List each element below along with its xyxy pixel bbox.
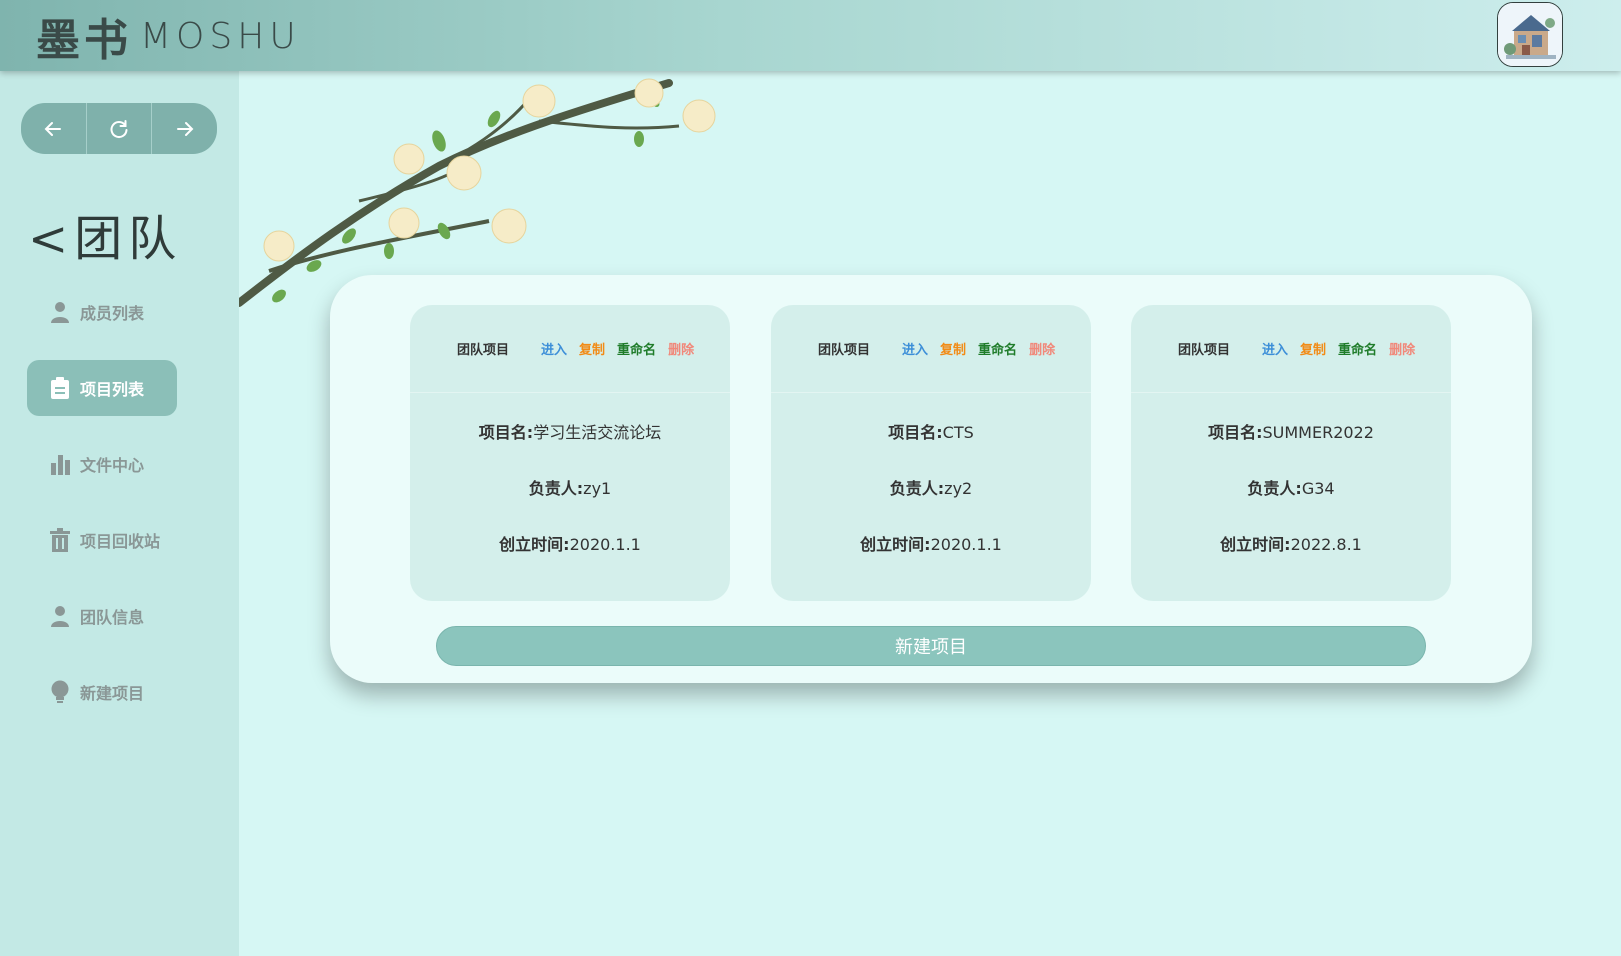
delete-link[interactable]: 删除	[668, 339, 694, 358]
project-name-row: 项目名:学习生活交流论坛	[410, 405, 730, 461]
project-name-value: 学习生活交流论坛	[533, 423, 662, 442]
project-owner-value: zy1	[583, 479, 612, 498]
project-created-row: 创立时间:2020.1.1	[410, 517, 730, 573]
sidebar: <团队 成员列表 项目列表 文件中心 项目回收站 团队信息 新建项目	[0, 71, 239, 956]
enter-link[interactable]: 进入	[1262, 339, 1288, 358]
sidebar-item-members[interactable]: 成员列表	[27, 284, 177, 340]
project-type-label: 团队项目	[1178, 343, 1231, 358]
copy-link[interactable]: 复制	[940, 339, 966, 358]
project-created-value: 2020.1.1	[569, 535, 641, 554]
sidebar-item-projects[interactable]: 项目列表	[27, 360, 177, 416]
project-owner-row: 负责人:G34	[1131, 461, 1451, 517]
logo-chinese-text: 墨书	[36, 15, 132, 66]
project-owner-value: G34	[1301, 479, 1335, 498]
rename-link[interactable]: 重命名	[1338, 339, 1377, 358]
nav-button-group	[21, 103, 217, 154]
person-icon	[49, 604, 71, 628]
project-created-value: 2022.8.1	[1290, 535, 1362, 554]
delete-link[interactable]: 删除	[1389, 339, 1415, 358]
project-name-value: SUMMER2022	[1262, 423, 1374, 442]
project-name-label: 项目名:	[888, 423, 943, 442]
project-created-label: 创立时间:	[499, 535, 570, 554]
project-panel: 团队项目 进入 复制 重命名 删除 项目名:学习生活交流论坛 负责人:zy1 创…	[330, 275, 1532, 683]
user-avatar[interactable]	[1497, 2, 1563, 67]
bulb-icon	[49, 680, 71, 704]
app-logo[interactable]: 墨书 MOSHU	[36, 10, 301, 66]
logo-english-text: MOSHU	[140, 15, 301, 57]
project-owner-label: 负责人:	[889, 479, 945, 498]
card-header: 团队项目 进入 复制 重命名 删除	[410, 305, 730, 393]
project-name-value: CTS	[942, 423, 974, 442]
sidebar-item-recycle-bin[interactable]: 项目回收站	[27, 512, 177, 568]
project-card: 团队项目 进入 复制 重命名 删除 项目名:CTS 负责人:zy2 创立时间:2…	[771, 305, 1091, 601]
refresh-button[interactable]	[87, 103, 153, 154]
card-header: 团队项目 进入 复制 重命名 删除	[771, 305, 1091, 393]
decorative-branch-image	[239, 78, 716, 307]
bar-chart-icon	[49, 452, 71, 476]
forward-button[interactable]	[152, 103, 217, 154]
project-name-label: 项目名:	[1208, 423, 1263, 442]
enter-link[interactable]: 进入	[541, 339, 567, 358]
sidebar-item-label: 新建项目	[80, 684, 145, 703]
clipboard-icon	[49, 376, 71, 400]
new-project-button[interactable]: 新建项目	[436, 626, 1426, 666]
project-created-row: 创立时间:2022.8.1	[1131, 517, 1451, 573]
project-type-label: 团队项目	[818, 343, 871, 358]
sidebar-item-label: 团队信息	[80, 608, 145, 627]
copy-link[interactable]: 复制	[579, 339, 605, 358]
sidebar-item-team-info[interactable]: 团队信息	[27, 588, 177, 644]
project-created-row: 创立时间:2020.1.1	[771, 517, 1091, 573]
rename-link[interactable]: 重命名	[978, 339, 1017, 358]
sidebar-item-files[interactable]: 文件中心	[27, 436, 177, 492]
rename-link[interactable]: 重命名	[617, 339, 656, 358]
team-back-title[interactable]: <团队	[28, 199, 182, 269]
project-name-row: 项目名:SUMMER2022	[1131, 405, 1451, 461]
project-created-value: 2020.1.1	[930, 535, 1002, 554]
project-owner-value: zy2	[944, 479, 973, 498]
project-owner-label: 负责人:	[528, 479, 584, 498]
sidebar-item-new-project[interactable]: 新建项目	[27, 664, 177, 720]
back-button[interactable]	[21, 103, 87, 154]
sidebar-item-label: 文件中心	[80, 456, 145, 475]
sidebar-item-label: 项目列表	[80, 380, 145, 399]
project-created-label: 创立时间:	[860, 535, 931, 554]
project-owner-label: 负责人:	[1247, 479, 1302, 498]
project-type-label: 团队项目	[457, 343, 510, 358]
arrow-right-icon	[176, 121, 194, 136]
refresh-icon	[110, 119, 128, 138]
project-owner-row: 负责人:zy2	[771, 461, 1091, 517]
project-created-label: 创立时间:	[1220, 535, 1291, 554]
trash-icon	[49, 528, 71, 552]
person-icon	[49, 300, 71, 324]
project-name-row: 项目名:CTS	[771, 405, 1091, 461]
arrow-left-icon	[44, 121, 62, 136]
project-owner-row: 负责人:zy1	[410, 461, 730, 517]
top-header: 墨书 MOSHU	[0, 0, 1621, 71]
copy-link[interactable]: 复制	[1300, 339, 1326, 358]
delete-link[interactable]: 删除	[1029, 339, 1055, 358]
enter-link[interactable]: 进入	[902, 339, 928, 358]
sidebar-item-label: 项目回收站	[80, 532, 161, 551]
project-card: 团队项目 进入 复制 重命名 删除 项目名:SUMMER2022 负责人:G34…	[1131, 305, 1451, 601]
sidebar-item-label: 成员列表	[80, 304, 145, 323]
avatar-house-image	[1498, 3, 1562, 66]
card-header: 团队项目 进入 复制 重命名 删除	[1131, 305, 1451, 393]
project-name-label: 项目名:	[478, 423, 534, 442]
project-card: 团队项目 进入 复制 重命名 删除 项目名:学习生活交流论坛 负责人:zy1 创…	[410, 305, 730, 601]
